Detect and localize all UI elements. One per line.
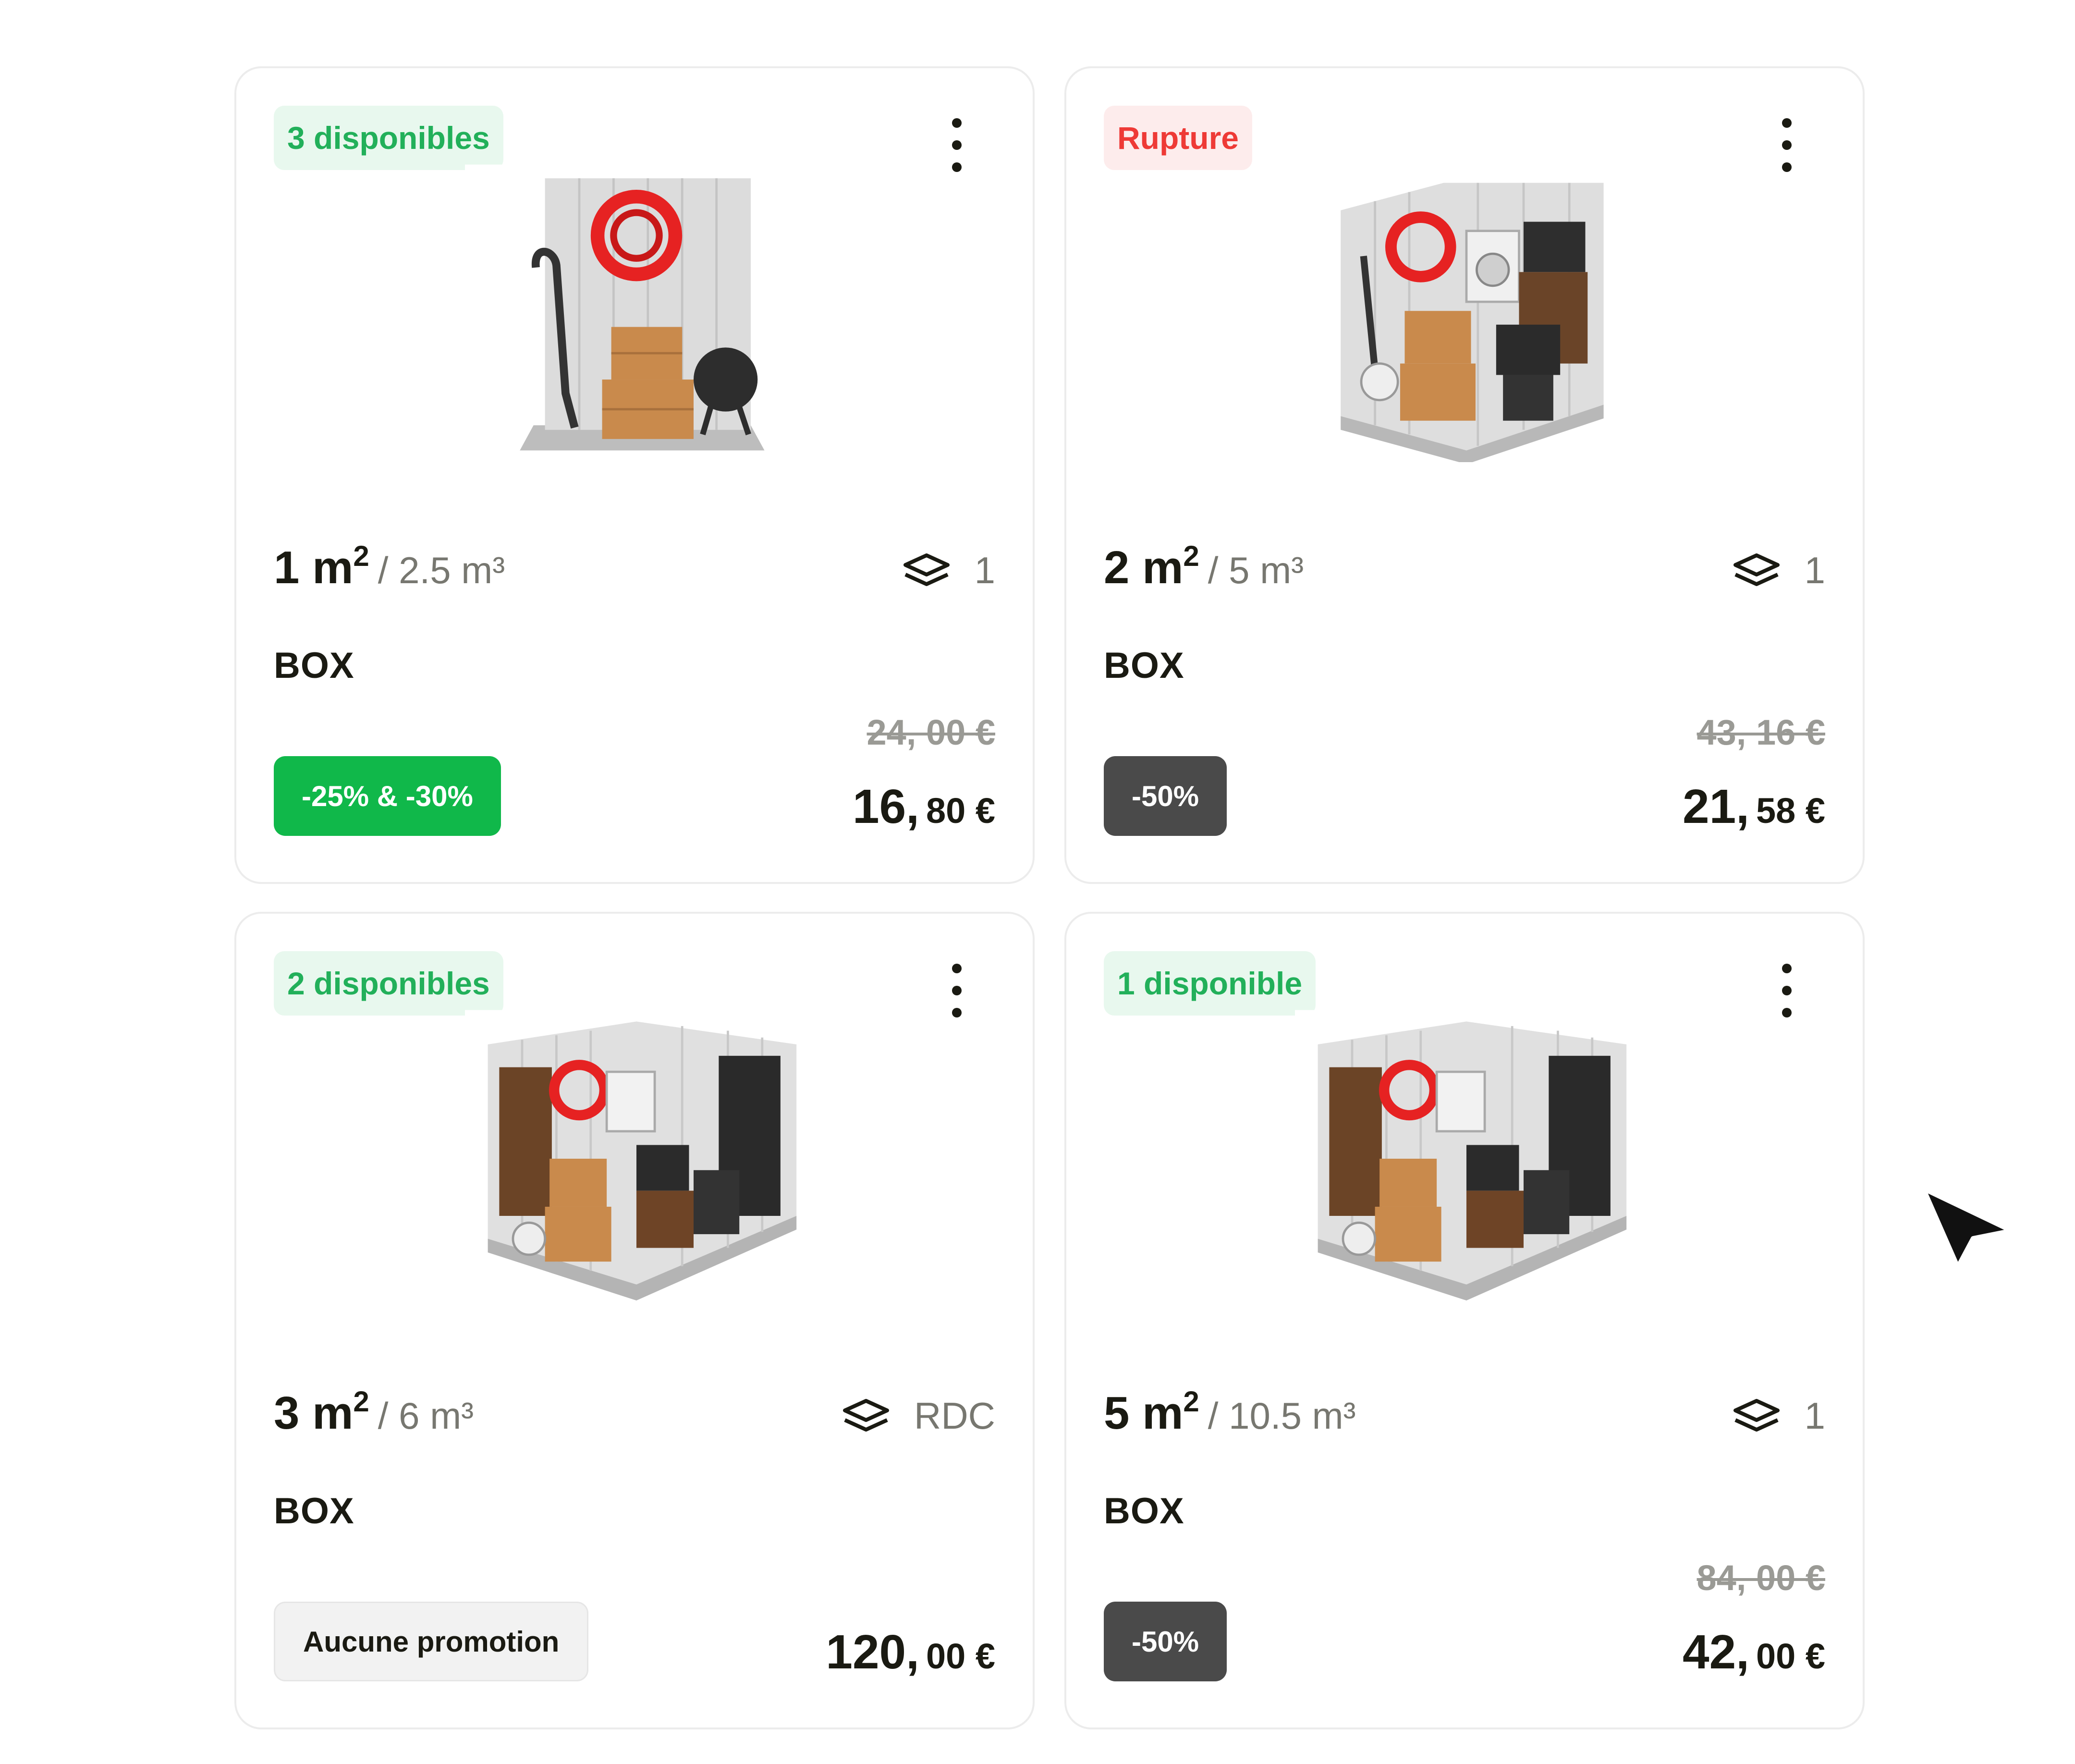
surface-area: 3 m2 <box>274 1385 369 1439</box>
floor-value: 1 <box>1804 549 1825 591</box>
more-vertical-icon[interactable] <box>1772 964 1801 1017</box>
box-card[interactable]: 1 disponible 5 m2 / 10.5 m³ 1 BOX 84, 00… <box>1064 912 1865 1729</box>
volume: / 10.5 m³ <box>1208 1395 1356 1437</box>
price-decimal: 00 € <box>1756 1636 1825 1676</box>
old-price: 43, 16 € <box>1697 712 1825 752</box>
box-thumbnail <box>465 1010 808 1308</box>
box-type: BOX <box>274 645 354 686</box>
layers-icon <box>903 553 950 586</box>
current-price: 120, 00 € <box>826 1625 995 1680</box>
box-type: BOX <box>1104 645 1184 686</box>
surface-area: 1 m2 <box>274 540 369 593</box>
availability-badge: 1 disponible <box>1104 951 1316 1016</box>
price-decimal: 58 € <box>1756 791 1825 831</box>
surface-area: 2 m2 <box>1104 540 1199 593</box>
current-price: 42, 00 € <box>1683 1625 1825 1680</box>
cursor-arrow-icon <box>1921 1186 2014 1270</box>
floor-level: 1 <box>1732 1394 1825 1438</box>
box-card[interactable]: Rupture 2 m2 / 5 m³ 1 BOX 43, 16 € -50% … <box>1064 66 1865 884</box>
storage-box-grid: 3 disponibles 1 m2 / 2.5 m³ 1 BOX 24, 00… <box>0 0 2075 1764</box>
old-price: 24, 00 € <box>867 712 995 752</box>
box-thumbnail <box>1295 164 1638 462</box>
floor-value: RDC <box>914 1395 995 1437</box>
promotion-button[interactable]: -25% & -30% <box>274 756 501 836</box>
box-card[interactable]: 3 disponibles 1 m2 / 2.5 m³ 1 BOX 24, 00… <box>234 66 1035 884</box>
current-price: 21, 58 € <box>1683 779 1825 834</box>
box-size: 3 m2/ 6 m³ <box>274 1385 474 1440</box>
box-type: BOX <box>274 1491 354 1531</box>
current-price: 16, 80 € <box>853 779 995 834</box>
price-integer: 120, <box>826 1625 919 1679</box>
volume: / 5 m³ <box>1208 549 1304 591</box>
box-thumbnail <box>1295 1010 1638 1308</box>
surface-area: 5 m2 <box>1104 1385 1199 1439</box>
layers-icon <box>843 1398 889 1432</box>
promotion-button[interactable]: -50% <box>1104 1602 1227 1681</box>
more-vertical-icon[interactable] <box>942 118 971 172</box>
availability-badge: 2 disponibles <box>274 951 503 1016</box>
price-decimal: 00 € <box>926 1636 995 1676</box>
floor-value: 1 <box>974 549 995 591</box>
floor-value: 1 <box>1804 1395 1825 1437</box>
box-size: 2 m2/ 5 m³ <box>1104 540 1304 594</box>
box-size: 5 m2/ 10.5 m³ <box>1104 1385 1356 1440</box>
old-price: 84, 00 € <box>1697 1558 1825 1598</box>
more-vertical-icon[interactable] <box>1772 118 1801 172</box>
price-integer: 21, <box>1682 780 1749 833</box>
volume: / 2.5 m³ <box>378 549 505 591</box>
floor-level: RDC <box>841 1394 995 1438</box>
layers-icon <box>1733 1398 1780 1432</box>
floor-level: 1 <box>902 549 995 592</box>
volume: / 6 m³ <box>378 1395 474 1437</box>
box-type: BOX <box>1104 1491 1184 1531</box>
availability-badge: 3 disponibles <box>274 106 503 170</box>
price-integer: 16, <box>852 780 919 833</box>
layers-icon <box>1733 553 1780 586</box>
price-integer: 42, <box>1682 1625 1749 1679</box>
price-decimal: 80 € <box>926 791 995 831</box>
floor-level: 1 <box>1732 549 1825 592</box>
box-thumbnail <box>465 164 808 462</box>
promotion-button[interactable]: -50% <box>1104 756 1227 836</box>
promotion-button[interactable]: Aucune promotion <box>274 1602 589 1681</box>
box-size: 1 m2/ 2.5 m³ <box>274 540 505 594</box>
availability-badge: Rupture <box>1104 106 1252 170</box>
more-vertical-icon[interactable] <box>942 964 971 1017</box>
box-card[interactable]: 2 disponibles 3 m2 / 6 m³ RDC BOX Aucune… <box>234 912 1035 1729</box>
